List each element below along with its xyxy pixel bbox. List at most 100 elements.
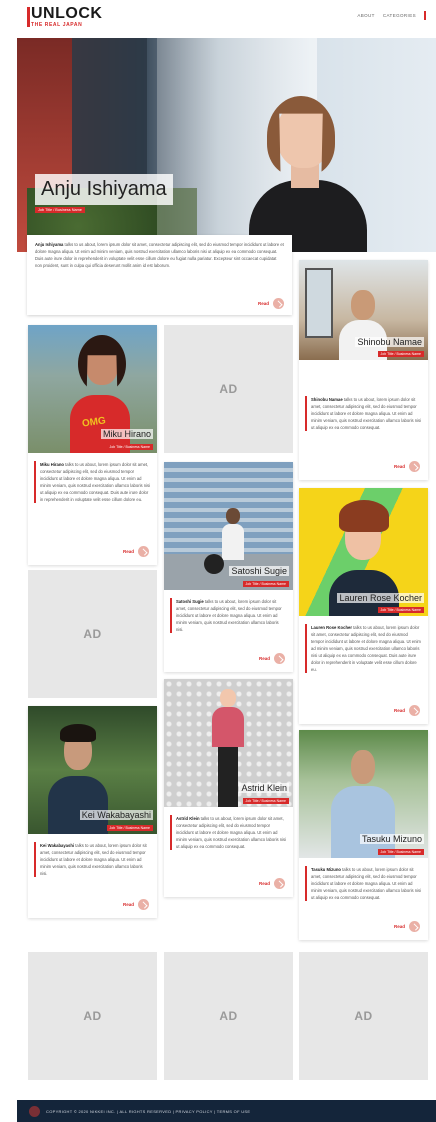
profile-name: Tasuku Mizuno: [359, 834, 424, 844]
person-hair: [60, 724, 96, 742]
profile-description-name: Astrid Klein: [176, 816, 200, 821]
ad-label: AD: [83, 627, 102, 641]
arrow-right-icon: [274, 878, 285, 889]
profile-text: Lauren Rose Kocher talks to us about, lo…: [305, 624, 422, 673]
logo-accent-bar: [27, 7, 30, 27]
site-header: UNLOCK THE REAL JAPAN ABOUT CATEGORIES: [0, 0, 436, 34]
profile-card-satoshi[interactable]: Satoshi Sugie Job Title / Business Name …: [164, 462, 293, 672]
read-label: Read: [393, 464, 405, 469]
ad-label: AD: [83, 1009, 102, 1023]
hero-read-button[interactable]: Read: [258, 298, 284, 309]
profile-text: Astrid Klein talks to us about, lorem ip…: [170, 815, 287, 850]
profile-card-tasuku[interactable]: Tasuku Mizuno Job Title / Business Name …: [299, 730, 428, 940]
profile-card-shinobu[interactable]: Shinobu Namae Job Title / Business Name …: [299, 260, 428, 480]
hero-description-name: Anju Ishiyama: [35, 242, 64, 247]
read-button[interactable]: Read: [259, 878, 285, 889]
read-label: Read: [258, 656, 270, 661]
ad-slot[interactable]: AD: [164, 952, 293, 1080]
ad-slot[interactable]: AD: [164, 325, 293, 453]
hero-job-tag: Job Title / Business Name: [35, 207, 85, 213]
ad-label: AD: [354, 1009, 373, 1023]
profile-description: Astrid Klein talks to us about, lorem ip…: [176, 815, 287, 850]
logo-subtitle: THE REAL JAPAN: [31, 22, 83, 28]
ad-label: AD: [219, 382, 238, 396]
footer-logo-icon: [29, 1105, 40, 1117]
profile-text: Miku Hirano talks to us about, lorem ips…: [34, 461, 151, 503]
profile-text: Shinobu Namae talks to us about, lorem i…: [305, 396, 422, 431]
ad-slot[interactable]: AD: [28, 570, 157, 698]
ad-label: AD: [219, 1009, 238, 1023]
profile-card-kei[interactable]: Kei Wakabayashi Job Title / Business Nam…: [28, 706, 157, 918]
read-button[interactable]: Read: [123, 899, 149, 910]
profile-name: Kei Wakabayashi: [79, 810, 153, 820]
job-tag: Job Title / Business Name: [377, 607, 424, 613]
profile-name: Lauren Rose Kocher: [337, 593, 424, 603]
job-tag: Job Title / Business Name: [377, 351, 424, 357]
hero-image[interactable]: Anju Ishiyama Job Title / Business Name: [17, 38, 436, 252]
site-footer: COPYRIGHT © 2020 NIKKEI INC. | ALL RIGHT…: [17, 1100, 436, 1122]
arrow-right-icon: [409, 705, 420, 716]
profile-name: Astrid Klein: [239, 783, 289, 793]
arrow-right-icon: [409, 461, 420, 472]
profile-card-lauren[interactable]: Lauren Rose Kocher Job Title / Business …: [299, 488, 428, 724]
job-tag: Job Title / Business Name: [242, 798, 289, 804]
profile-photo: Astrid Klein Job Title / Business Name: [164, 679, 293, 807]
job-tag: Job Title / Business Name: [106, 444, 153, 450]
profile-description-name: Tasuku Mizuno: [311, 867, 341, 872]
person-hair: [339, 500, 389, 532]
person-body: [48, 776, 108, 834]
read-button[interactable]: Read: [394, 705, 420, 716]
arrow-right-icon: [138, 546, 149, 557]
read-label: Read: [122, 549, 134, 554]
profile-text: Kei Wakabayashi talks to us about, lorem…: [34, 842, 151, 877]
profile-description-name: Satoshi Sugie: [176, 599, 204, 604]
profile-photo: Shinobu Namae Job Title / Business Name: [299, 260, 428, 360]
page: UNLOCK THE REAL JAPAN ABOUT CATEGORIES A…: [0, 0, 436, 1122]
profile-name: Miku Hirano: [100, 429, 153, 439]
read-button[interactable]: Read: [394, 461, 420, 472]
nav-about[interactable]: ABOUT: [357, 13, 375, 18]
ad-slot[interactable]: AD: [299, 952, 428, 1080]
profile-description: Kei Wakabayashi talks to us about, lorem…: [40, 842, 151, 877]
hero-description: Anju Ishiyama talks to us about, lorem i…: [35, 241, 284, 269]
ad-slot[interactable]: AD: [28, 952, 157, 1080]
read-label: Read: [393, 708, 405, 713]
profile-description: Shinobu Namae talks to us about, lorem i…: [311, 396, 422, 431]
profile-photo: Satoshi Sugie Job Title / Business Name: [164, 462, 293, 590]
person-legs: [218, 747, 238, 807]
read-label: Read: [393, 924, 405, 929]
job-tag: Job Title / Business Name: [377, 849, 424, 855]
profile-photo: Tasuku Mizuno Job Title / Business Name: [299, 730, 428, 858]
hero-title-box: Anju Ishiyama: [35, 174, 173, 205]
profile-card-miku[interactable]: OMG Miku Hirano Job Title / Business Nam…: [28, 325, 157, 565]
profile-card-astrid[interactable]: Astrid Klein Job Title / Business Name A…: [164, 679, 293, 897]
nav-categories[interactable]: CATEGORIES: [383, 13, 416, 18]
main-nav: ABOUT CATEGORIES: [357, 11, 426, 20]
window-frame: [305, 268, 333, 338]
profile-photo: OMG Miku Hirano Job Title / Business Nam…: [28, 325, 157, 453]
profile-name: Satoshi Sugie: [229, 566, 289, 576]
person-head: [226, 508, 240, 524]
profile-description-name: Lauren Rose Kocher: [311, 625, 352, 630]
person-body: [222, 524, 244, 560]
job-tag: Job Title / Business Name: [242, 581, 289, 587]
wheel: [204, 554, 224, 574]
arrow-right-icon: [273, 298, 284, 309]
profile-description: Tasuku Mizuno talks to us about, lorem i…: [311, 866, 422, 901]
profile-description-name: Shinobu Namae: [311, 397, 343, 402]
profile-text: Tasuku Mizuno talks to us about, lorem i…: [305, 866, 422, 901]
read-button[interactable]: Read: [123, 546, 149, 557]
profile-description-name: Kei Wakabayashi: [40, 843, 75, 848]
profile-text: Satoshi Sugie talks to us about, lorem i…: [170, 598, 287, 633]
person-body: [331, 786, 395, 858]
read-label: Read: [257, 301, 269, 306]
read-label: Read: [122, 902, 134, 907]
menu-icon[interactable]: [424, 11, 426, 20]
hero-title: Anju Ishiyama: [41, 178, 167, 200]
read-label: Read: [258, 881, 270, 886]
profile-photo: Kei Wakabayashi Job Title / Business Nam…: [28, 706, 157, 834]
footer-text[interactable]: COPYRIGHT © 2020 NIKKEI INC. | ALL RIGHT…: [46, 1109, 250, 1114]
read-button[interactable]: Read: [259, 653, 285, 664]
site-logo[interactable]: UNLOCK THE REAL JAPAN: [27, 6, 111, 30]
read-button[interactable]: Read: [394, 921, 420, 932]
